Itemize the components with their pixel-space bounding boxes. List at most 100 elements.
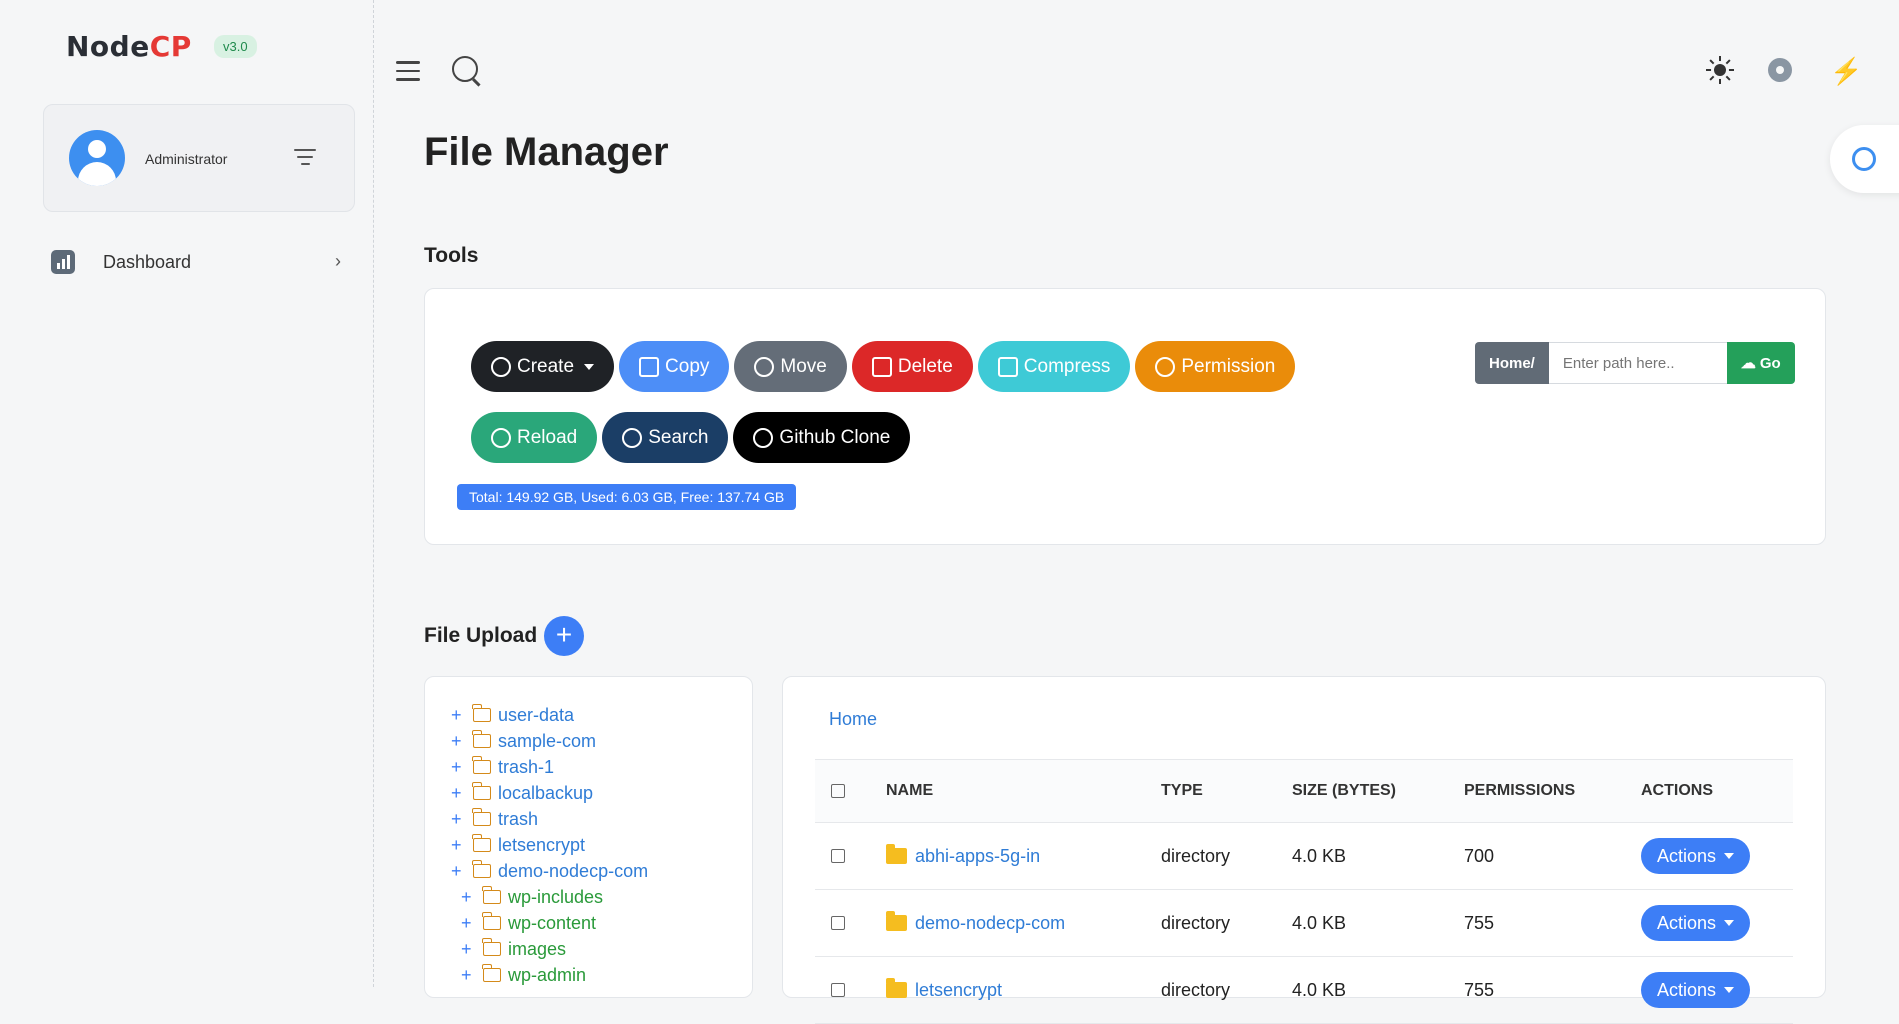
select-all-checkbox[interactable] bbox=[831, 784, 845, 798]
search-icon[interactable] bbox=[452, 56, 478, 82]
expand-icon[interactable]: + bbox=[451, 705, 469, 726]
tree-item[interactable]: + letsencrypt bbox=[451, 833, 585, 857]
tree-item[interactable]: + wp-includes bbox=[461, 885, 603, 909]
table-row: demo-nodecp-com directory 4.0 KB 755 Act… bbox=[815, 890, 1793, 957]
caret-down-icon bbox=[1724, 853, 1735, 859]
settings-gear-icon bbox=[1852, 147, 1876, 171]
tree-item[interactable]: + wp-admin bbox=[461, 963, 586, 987]
refresh-icon bbox=[491, 427, 511, 448]
column-header-name[interactable]: NAME bbox=[886, 760, 933, 822]
column-header-size[interactable]: SIZE (BYTES) bbox=[1292, 760, 1396, 822]
upload-title: File Upload bbox=[424, 624, 538, 647]
file-permissions: 755 bbox=[1464, 912, 1495, 933]
permission-button[interactable]: Permission bbox=[1135, 341, 1296, 392]
folder-icon bbox=[472, 860, 491, 878]
column-header-permissions[interactable]: PERMISSIONS bbox=[1464, 760, 1575, 822]
row-checkbox[interactable] bbox=[831, 916, 845, 930]
sidebar-item-label: Dashboard bbox=[103, 251, 192, 272]
tree-item[interactable]: + images bbox=[461, 937, 566, 961]
avatar bbox=[69, 130, 125, 186]
expand-icon[interactable]: + bbox=[451, 861, 469, 882]
caret-down-icon bbox=[584, 363, 595, 370]
version-badge: v3.0 bbox=[214, 35, 257, 58]
copy-button[interactable]: Copy bbox=[619, 341, 730, 392]
tools-row-2: Reload Search Github Clone bbox=[471, 412, 911, 463]
actions-dropdown-button[interactable]: Actions bbox=[1641, 838, 1751, 874]
tools-card: Create Copy Move Delete Compress Permiss… bbox=[424, 288, 1826, 545]
settings-panel-toggle[interactable] bbox=[1830, 125, 1899, 193]
files-breadcrumb-home[interactable]: Home bbox=[829, 709, 877, 730]
search-icon bbox=[622, 427, 643, 448]
actions-dropdown-button[interactable]: Actions bbox=[1641, 972, 1751, 1008]
tree-item[interactable]: + localbackup bbox=[451, 781, 593, 805]
tree-item[interactable]: + sample-com bbox=[451, 729, 596, 753]
files-card: Home NAME TYPE SIZE (BYTES) PERMISSIONS … bbox=[782, 676, 1826, 1024]
tree-item[interactable]: + user-data bbox=[451, 703, 574, 727]
file-size: 4.0 KB bbox=[1292, 845, 1347, 866]
filter-icon[interactable] bbox=[294, 149, 316, 167]
logo-cp-text: CP bbox=[149, 30, 192, 63]
path-input[interactable] bbox=[1548, 342, 1727, 384]
folder-icon bbox=[472, 834, 491, 852]
column-header-type[interactable]: TYPE bbox=[1161, 760, 1203, 822]
go-button[interactable]: ☁ Go bbox=[1726, 342, 1795, 384]
path-navigator: Home/ ☁Go bbox=[1475, 342, 1795, 384]
expand-icon[interactable]: + bbox=[451, 809, 469, 830]
expand-icon[interactable]: + bbox=[461, 965, 479, 986]
expand-icon[interactable]: + bbox=[461, 913, 479, 934]
page-title: File Manager bbox=[424, 130, 669, 174]
disk-usage-badge: Total: 149.92 GB, Used: 6.03 GB, Free: 1… bbox=[457, 484, 797, 510]
compress-button[interactable]: Compress bbox=[977, 341, 1131, 392]
compress-icon bbox=[997, 356, 1018, 377]
tree-item[interactable]: + wp-content bbox=[461, 911, 596, 935]
table-row: letsencrypt directory 4.0 KB 755 Actions bbox=[815, 957, 1793, 1024]
tools-title: Tools bbox=[424, 244, 479, 267]
file-type: directory bbox=[1161, 979, 1231, 1000]
folder-icon bbox=[472, 704, 491, 722]
logo[interactable]: NodeCP bbox=[66, 30, 192, 63]
expand-icon[interactable]: + bbox=[461, 939, 479, 960]
github-icon bbox=[753, 427, 774, 448]
move-button[interactable]: Move bbox=[734, 341, 847, 392]
chevron-right-icon: › bbox=[335, 251, 341, 271]
files-table: NAME TYPE SIZE (BYTES) PERMISSIONS ACTIO… bbox=[815, 759, 1793, 1024]
actions-dropdown-button[interactable]: Actions bbox=[1641, 905, 1751, 941]
folder-icon bbox=[886, 978, 907, 998]
file-size: 4.0 KB bbox=[1292, 979, 1347, 1000]
logo-node-text: Node bbox=[66, 30, 150, 63]
reload-button[interactable]: Reload bbox=[471, 412, 598, 463]
file-name-link[interactable]: letsencrypt bbox=[915, 980, 1002, 1001]
expand-icon[interactable]: + bbox=[451, 835, 469, 856]
file-name-link[interactable]: abhi-apps-5g-in bbox=[915, 846, 1040, 867]
search-button[interactable]: Search bbox=[602, 412, 729, 463]
table-header: NAME TYPE SIZE (BYTES) PERMISSIONS ACTIO… bbox=[815, 759, 1793, 823]
row-checkbox[interactable] bbox=[831, 983, 845, 997]
sun-icon[interactable] bbox=[1706, 56, 1734, 84]
gear-icon[interactable] bbox=[1768, 58, 1792, 82]
bolt-icon[interactable]: ⚡ bbox=[1830, 56, 1862, 87]
delete-button[interactable]: Delete bbox=[851, 341, 973, 392]
expand-icon[interactable]: + bbox=[451, 731, 469, 752]
column-header-actions: ACTIONS bbox=[1641, 782, 1713, 799]
row-checkbox[interactable] bbox=[831, 849, 845, 863]
caret-down-icon bbox=[1724, 987, 1735, 993]
tools-row-1: Create Copy Move Delete Compress Permiss… bbox=[471, 341, 1296, 392]
expand-icon[interactable]: + bbox=[451, 757, 469, 778]
expand-icon[interactable]: + bbox=[451, 783, 469, 804]
file-permissions: 700 bbox=[1464, 845, 1495, 866]
file-name-link[interactable]: demo-nodecp-com bbox=[915, 913, 1065, 934]
file-size: 4.0 KB bbox=[1292, 912, 1347, 933]
folder-icon bbox=[472, 756, 491, 774]
tree-item[interactable]: + demo-nodecp-com bbox=[451, 859, 648, 883]
tree-item[interactable]: + trash-1 bbox=[451, 755, 554, 779]
create-button[interactable]: Create bbox=[471, 341, 615, 392]
folder-icon bbox=[482, 964, 501, 982]
menu-icon[interactable] bbox=[396, 61, 420, 81]
user-card: Administrator bbox=[43, 104, 355, 212]
github-clone-button[interactable]: Github Clone bbox=[733, 412, 911, 463]
plus-circle-icon bbox=[491, 356, 511, 377]
tree-item[interactable]: + trash bbox=[451, 807, 538, 831]
sidebar-item-dashboard[interactable]: Dashboard › bbox=[43, 247, 353, 277]
add-upload-button[interactable]: + bbox=[544, 616, 584, 656]
expand-icon[interactable]: + bbox=[461, 887, 479, 908]
